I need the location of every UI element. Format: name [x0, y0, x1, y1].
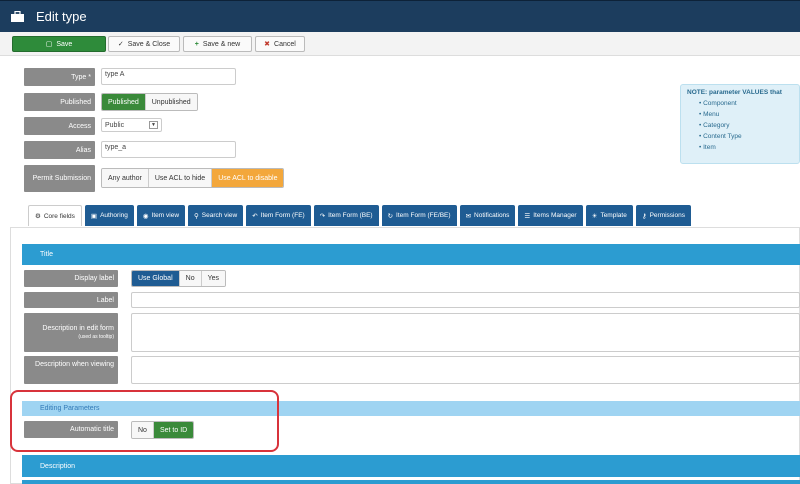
tab-label: Search view: [201, 212, 238, 219]
wrench-icon: ⚙: [35, 213, 41, 220]
highlight-annotation: [10, 390, 279, 452]
tab-label: Notifications: [474, 212, 510, 219]
parameter-note: NOTE: parameter VALUES that Component Me…: [680, 84, 800, 164]
plus-icon: +: [194, 40, 199, 48]
tab-template[interactable]: ☀ Template: [585, 205, 633, 226]
tab-search-view[interactable]: ⚲ Search view: [188, 205, 244, 226]
note-item: Item: [699, 142, 793, 153]
eye-icon: ◉: [142, 212, 149, 220]
label-input[interactable]: [131, 292, 800, 308]
tab-item-form-fe[interactable]: ↶ Item Form (FE): [246, 205, 311, 226]
check-icon: ✓: [117, 41, 124, 48]
note-item: Component: [699, 98, 793, 109]
bell-icon: ✉: [465, 212, 472, 220]
title-section-header: Title: [22, 244, 800, 265]
tab-permissions[interactable]: ⚷ Permissions: [635, 205, 691, 226]
any-author-option[interactable]: Any author: [102, 169, 149, 187]
tab-label: Item Form (FE): [260, 212, 305, 219]
tab-label: Core fields: [43, 212, 75, 220]
reply-icon: ↶: [252, 212, 258, 220]
cancel-label: Cancel: [274, 40, 296, 48]
save-close-label: Save & Close: [127, 40, 171, 48]
lock-icon: ▣: [90, 212, 98, 220]
type-label: Type *: [24, 68, 95, 86]
permit-toggle: Any author Use ACL to hide Use ACL to di…: [101, 168, 285, 188]
save-close-button[interactable]: ✓ Save & Close: [108, 36, 180, 52]
note-item: Content Type: [699, 131, 793, 142]
desc-view-textarea[interactable]: [131, 356, 800, 384]
description-section-body: [22, 480, 800, 484]
refresh-icon: ↻: [387, 212, 394, 220]
chevron-down-icon: ▼: [149, 121, 158, 129]
acl-hide-option[interactable]: Use ACL to hide: [148, 169, 213, 187]
toolbar: ▢ Save ✓ Save & Close + Save & new ✖ Cancel: [0, 32, 800, 56]
save-new-button[interactable]: + Save & new: [183, 36, 252, 52]
alias-label: Alias: [24, 141, 95, 159]
list-icon: ☰: [524, 212, 531, 220]
page-title: Edit type: [36, 9, 87, 24]
desc-edit-textarea[interactable]: [131, 313, 800, 352]
published-toggle: Published Unpublished: [101, 93, 198, 111]
access-value: Public: [105, 121, 125, 129]
share-icon: ↷: [319, 212, 326, 220]
description-section-header: Description: [22, 455, 800, 477]
display-label-label: Display label: [24, 270, 118, 287]
key-icon: ⚷: [641, 212, 647, 220]
briefcase-icon: [11, 11, 24, 22]
search-icon: ⚲: [194, 212, 199, 220]
access-select[interactable]: Public ▼: [101, 118, 162, 132]
tab-items-manager[interactable]: ☰ Items Manager: [518, 205, 583, 226]
display-label-toggle: Use Global No Yes: [131, 270, 227, 287]
save-icon: ▢: [45, 41, 53, 48]
tab-item-form-febe[interactable]: ↻ Item Form (FE/BE): [381, 205, 457, 226]
desc-view-label: Description when viewing: [24, 356, 118, 384]
cancel-icon: ✖: [264, 41, 271, 48]
yes-option[interactable]: Yes: [201, 271, 226, 286]
note-item: Menu: [699, 109, 793, 120]
tab-label: Permissions: [649, 212, 685, 219]
use-global-option[interactable]: Use Global: [132, 271, 180, 286]
cancel-button[interactable]: ✖ Cancel: [255, 36, 305, 52]
tab-core-fields[interactable]: ⚙ Core fields: [28, 205, 82, 226]
tab-bar: ⚙ Core fields ▣ Authoring ◉ Item view ⚲ Sear…: [28, 205, 691, 227]
label-label: Label: [24, 292, 118, 308]
desc-edit-text: Description in edit form: [42, 324, 114, 332]
tab-item-form-be[interactable]: ↷ Item Form (BE): [313, 205, 379, 226]
tab-item-view[interactable]: ◉ Item view: [136, 205, 186, 226]
alias-input[interactable]: type_a: [101, 141, 236, 158]
tab-authoring[interactable]: ▣ Authoring: [84, 205, 134, 226]
tab-label: Item view: [151, 212, 180, 219]
desc-edit-note: (used as tooltip): [78, 333, 114, 340]
published-option[interactable]: Published: [102, 94, 146, 110]
acl-disable-option[interactable]: Use ACL to disable: [212, 169, 284, 187]
permit-label: Permit Submission: [24, 165, 95, 192]
tab-label: Template: [600, 212, 627, 219]
tab-notifications[interactable]: ✉ Notifications: [459, 205, 516, 226]
note-title: NOTE: parameter VALUES that: [687, 89, 782, 96]
save-new-label: Save & new: [202, 40, 241, 48]
access-label: Access: [24, 117, 95, 135]
save-button[interactable]: ▢ Save: [12, 36, 106, 52]
palette-icon: ☀: [591, 212, 598, 220]
type-input[interactable]: type A: [101, 68, 236, 85]
save-label: Save: [56, 40, 73, 48]
tab-label: Authoring: [100, 212, 128, 219]
tab-label: Items Manager: [533, 212, 577, 219]
note-item: Category: [699, 120, 793, 131]
tab-label: Item Form (FE/BE): [396, 212, 451, 219]
tab-label: Item Form (BE): [328, 212, 373, 219]
desc-edit-label: Description in edit form (used as toolti…: [24, 313, 118, 352]
header-bar: Edit type: [0, 0, 800, 32]
published-label: Published: [24, 93, 95, 111]
no-option[interactable]: No: [179, 271, 202, 286]
unpublished-option[interactable]: Unpublished: [145, 94, 197, 110]
